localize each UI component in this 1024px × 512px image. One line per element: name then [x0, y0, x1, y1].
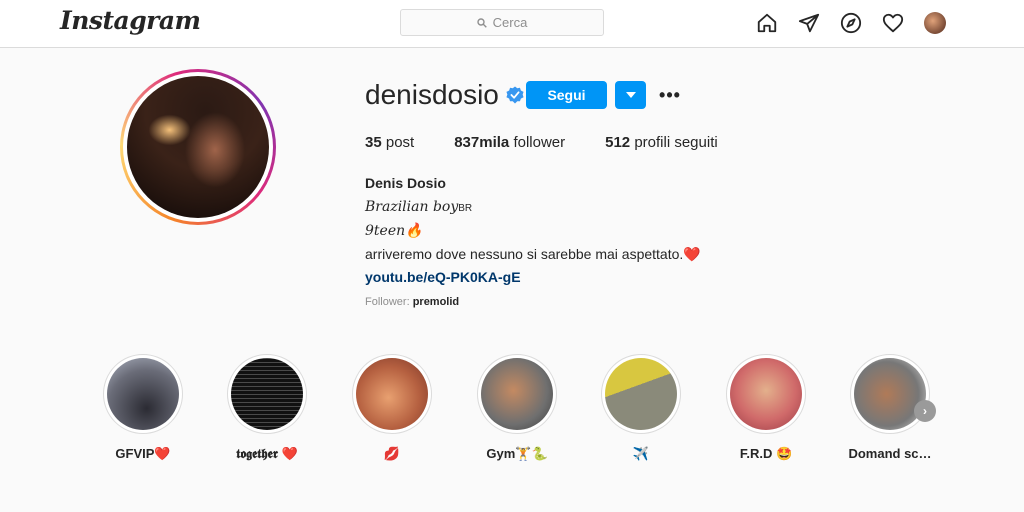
suggested-dropdown-button[interactable]	[615, 81, 646, 109]
more-options-icon[interactable]: •••	[658, 84, 682, 106]
activity-icon[interactable]	[881, 11, 904, 34]
profile-stats: 35 post 837mila follower 512 profili seg…	[365, 134, 758, 151]
highlight-label: ✈️	[632, 446, 650, 461]
username-row: denisdosio	[365, 79, 524, 110]
instagram-logo[interactable]: Instagram	[60, 6, 201, 35]
highlight-label: 𝖙𝖔𝖌𝖊𝖙𝖍𝖊𝖗 ❤️	[236, 446, 298, 461]
search-placeholder: Cerca	[492, 15, 528, 30]
bio-line-2: 9teen🔥	[365, 223, 423, 239]
triangle-down-icon	[625, 92, 636, 98]
highlight-label: Domand sc…	[848, 446, 932, 461]
story-highlight[interactable]: 𝖙𝖔𝖌𝖊𝖙𝖍𝖊𝖗 ❤️	[222, 354, 312, 462]
following-stat[interactable]: 512 profili seguiti	[605, 134, 718, 151]
chevron-right-icon[interactable]: ›	[914, 400, 936, 422]
explore-icon[interactable]	[839, 11, 862, 34]
search-input[interactable]: Cerca	[400, 9, 604, 36]
story-highlight[interactable]: ✈️	[596, 354, 686, 462]
highlight-label: 💋	[383, 446, 401, 461]
highlight-label: Gym🏋️🐍	[486, 446, 548, 461]
full-name: Denis Dosio	[365, 175, 446, 191]
bio-link[interactable]: youtu.be/eQ-PK0KA-gE	[365, 266, 701, 289]
profile-avatar[interactable]	[923, 11, 946, 34]
highlight-label: F.R.D 🤩	[739, 446, 793, 461]
bio-line-1: Brazilian boy	[365, 199, 459, 215]
followed-by[interactable]: Follower: premolid	[365, 296, 459, 308]
posts-stat[interactable]: 35 post	[365, 134, 414, 151]
profile-picture	[127, 76, 269, 218]
story-highlight[interactable]: F.R.D 🤩	[721, 354, 811, 462]
profile-avatar-story-ring[interactable]	[120, 69, 276, 225]
follow-button[interactable]: Segui	[526, 81, 607, 109]
story-highlight[interactable]: GFVIP❤️	[98, 354, 188, 462]
bio-line-3: arriveremo dove nessuno si sarebbe mai a…	[365, 246, 701, 262]
verified-badge-icon	[506, 86, 524, 104]
home-icon[interactable]	[755, 11, 778, 34]
highlight-label: GFVIP❤️	[115, 446, 171, 461]
username: denisdosio	[365, 79, 499, 110]
top-nav: Instagram Cerca	[0, 0, 1024, 48]
story-highlight[interactable]: 💋	[347, 354, 437, 462]
nav-icons	[755, 11, 946, 34]
story-highlight[interactable]: Gym🏋️🐍	[472, 354, 562, 462]
search-icon	[476, 17, 487, 28]
followers-stat[interactable]: 837mila follower	[454, 134, 565, 151]
profile-bio: Denis Dosio Brazilian boyBR 9teen🔥 arriv…	[365, 172, 701, 289]
direct-icon[interactable]	[797, 11, 820, 34]
flag-text: BR	[458, 203, 473, 214]
